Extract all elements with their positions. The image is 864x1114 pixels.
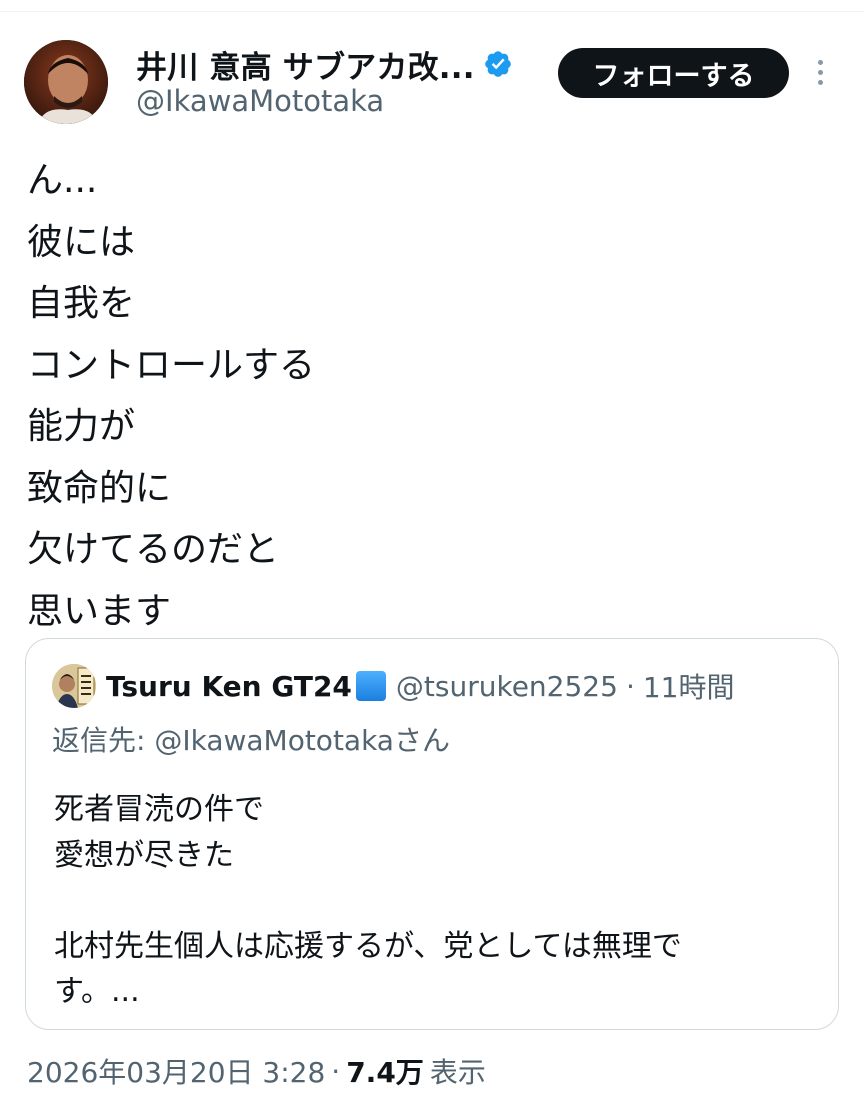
blue-square-emoji-icon [355,671,386,701]
quote-body: 死者冒涜の件で 愛想が尽きた 北村先生個人は応援するが、党としては無理で す。.… [54,787,814,1015]
quote-author-handle[interactable]: @tsuruken2525 [396,670,618,703]
quote-line [54,878,814,924]
tweet-timestamp[interactable]: 2026年03月20日 3:28 [27,1051,325,1091]
quote-reply-to: 返信先: @IkawaMototakaさん [52,719,450,759]
tweet-line: ん... [27,160,98,201]
footer-separator: · [331,1054,341,1088]
quote-author-name[interactable]: Tsuru Ken GT24 [106,670,352,703]
quote-author-avatar[interactable] [52,664,96,708]
author-avatar[interactable] [24,40,108,124]
tweet-header: 井川 意高 サブアカ改... @IkawaMototaka フォローする [24,40,844,124]
tweet-footer: 2026年03月20日 3:28 · 7.4万 表示 [27,1050,486,1092]
tweet-line: 自我を [27,283,136,324]
tweet-line: コントロールする [27,344,316,386]
tweet-line: 思います [27,590,172,632]
quote-line: 愛想が尽きた [54,837,234,873]
author-display-name[interactable]: 井川 意高 サブアカ改... [136,42,475,87]
quote-line: 死者冒涜の件で [54,792,264,827]
reply-handle-link[interactable]: @IkawaMototakaさん [154,724,450,757]
verified-badge-icon [484,51,511,77]
more-options-icon[interactable] [808,52,832,92]
tweet-line: 彼には [27,221,136,263]
quote-header: Tsuru Ken GT24 @tsuruken2525 · 11時間 [106,665,734,707]
tweet-text: ん... 彼には 自我を コントロールする 能力が 致命的に 欠けてるのだと 思… [27,150,827,642]
quote-line: 北村先生個人は応援するが、党としては無理で [54,928,682,964]
views-label: 表示 [429,1056,486,1089]
top-divider [0,11,864,12]
reply-prefix: 返信先: [52,724,155,757]
quote-line: す。... [54,974,140,1009]
quoted-tweet-card[interactable]: Tsuru Ken GT24 @tsuruken2525 · 11時間 返信先:… [25,638,839,1030]
meta-separator: · [625,669,635,703]
author-name-row: 井川 意高 サブアカ改... [136,42,513,87]
follow-button[interactable]: フォローする [558,48,789,98]
tweet-line: 欠けてるのだと [27,529,280,570]
author-handle[interactable]: @IkawaMototaka [136,84,384,118]
quote-timestamp[interactable]: 11時間 [643,666,735,706]
tweet-line: 能力が [27,406,136,447]
tweet-line: 致命的に [27,467,172,509]
views-count: 7.4万 [346,1056,424,1089]
